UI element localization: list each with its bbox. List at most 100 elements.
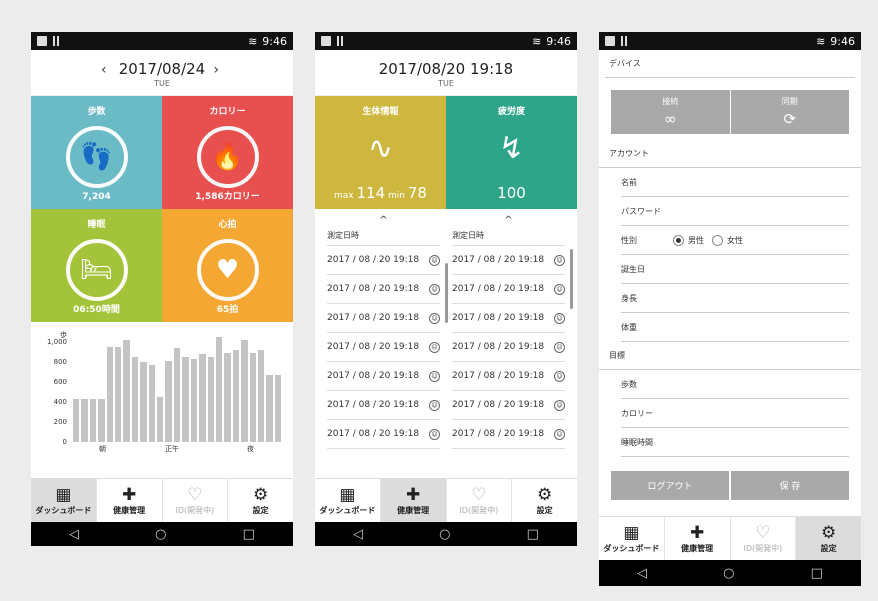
list-item[interactable]: 2017 / 08 / 20 19:18 ☺	[452, 246, 565, 275]
face-icon: ☺	[429, 399, 440, 411]
connect-button[interactable]: 接続 ∞	[611, 90, 730, 134]
status-bar: ≋ 9:46	[31, 32, 293, 50]
home-icon[interactable]: ○	[723, 566, 734, 581]
plus-icon: ✚	[690, 523, 705, 543]
male-radio[interactable]	[673, 234, 684, 246]
current-weekday: TUE	[154, 79, 170, 88]
list-item[interactable]: 2017 / 08 / 20 19:18 ☺	[327, 362, 440, 391]
sleep-tile[interactable]: 睡眠 🛏 06:50時間	[31, 209, 162, 322]
back-icon[interactable]: ◁	[353, 527, 363, 542]
y-tick: 0	[62, 438, 67, 446]
chart-bar	[257, 350, 265, 442]
save-button[interactable]: 保 存	[731, 471, 849, 500]
chart-bar	[73, 399, 80, 442]
list-item[interactable]: 2017 / 08 / 20 19:18 ☹	[452, 333, 565, 362]
tab-id[interactable]: ♡ ID(開発中)	[731, 517, 797, 560]
tile-title: カロリー	[209, 107, 246, 117]
gear-icon: ⚙	[253, 485, 269, 505]
chart-bar	[98, 399, 105, 442]
name-field[interactable]: 名前	[621, 168, 849, 197]
female-radio[interactable]	[712, 234, 723, 246]
collapse-caret[interactable]: ^	[327, 215, 440, 226]
vitals-tile[interactable]: 生体情報 ∿ max 114 min 78	[315, 96, 446, 209]
vitals-values: max 114 min 78	[334, 184, 427, 202]
scrollbar[interactable]	[570, 249, 573, 309]
list-item[interactable]: 2017 / 08 / 20 19:18 ☺	[452, 420, 565, 449]
steps-goal-field[interactable]: 歩数	[621, 370, 849, 399]
home-icon[interactable]: ○	[439, 527, 450, 542]
heart-icon: ♡	[187, 485, 203, 505]
tab-dashboard[interactable]: ▦ ダッシュボード	[315, 479, 381, 522]
face-icon: ☺	[554, 428, 565, 440]
list-item[interactable]: 2017 / 08 / 20 19:18 ☺	[327, 391, 440, 420]
password-field[interactable]: パスワード	[621, 197, 849, 226]
recent-apps-icon[interactable]: □	[243, 527, 255, 542]
tab-settings[interactable]: ⚙ 設定	[512, 479, 577, 522]
device-buttons: 接続 ∞ 同期 ⟳	[611, 90, 849, 134]
back-icon[interactable]: ◁	[69, 527, 79, 542]
fatigue-tile[interactable]: 疲労度 ↯ 100	[446, 96, 577, 209]
list-item[interactable]: 2017 / 08 / 20 19:18 ☺	[327, 246, 440, 275]
list-item[interactable]: 2017 / 08 / 20 19:18 ☺	[327, 275, 440, 304]
face-icon: ☹	[554, 341, 565, 353]
settings-screen: ≋ 9:46 デバイス 接続 ∞ 同期 ⟳ アカウント 名前 パスワード 性別 男性 …	[599, 32, 861, 586]
system-nav-bar: ◁ ○ □	[599, 560, 861, 586]
heart-rate-tile[interactable]: 心拍 ♥ 65拍	[162, 209, 293, 322]
gender-field: 性別 男性 女性	[621, 226, 849, 255]
collapse-caret[interactable]: ^	[452, 215, 565, 226]
tab-health[interactable]: ✚ 健康管理	[665, 517, 731, 560]
column-header: 測定日時	[327, 226, 440, 246]
y-tick: 600	[53, 378, 67, 386]
prev-date-button[interactable]: ‹	[101, 62, 107, 78]
wifi-icon: ≋	[532, 34, 542, 48]
chart-bar	[274, 375, 282, 442]
steps-tile[interactable]: 歩数 👣 7,204	[31, 96, 162, 209]
sleep-goal-field[interactable]: 睡眠時間	[621, 428, 849, 457]
status-time: 9:46	[830, 34, 855, 48]
status-bar: ≋ 9:46	[599, 32, 861, 50]
y-tick: 800	[53, 358, 67, 366]
list-item[interactable]: 2017 / 08 / 20 19:18 ☺	[452, 275, 565, 304]
height-field[interactable]: 身長	[621, 284, 849, 313]
heart-icon: ♡	[471, 485, 487, 505]
list-item[interactable]: 2017 / 08 / 20 19:18 ☺	[452, 391, 565, 420]
status-bar: ≋ 9:46	[315, 32, 577, 50]
tab-health[interactable]: ✚ 健康管理	[97, 479, 163, 522]
history-screen: ≋ 9:46 2017/08/20 19:18 TUE 生体情報 ∿ max 11…	[315, 32, 577, 546]
tab-health[interactable]: ✚ 健康管理	[380, 479, 447, 522]
list-item[interactable]: 2017 / 08 / 20 19:18 ☺	[452, 362, 565, 391]
chart-bar	[215, 336, 223, 442]
sync-button[interactable]: 同期 ⟳	[730, 90, 849, 134]
tab-settings[interactable]: ⚙ 設定	[796, 517, 861, 560]
chart-bar	[190, 358, 198, 442]
usb-icon	[321, 36, 331, 46]
list-item[interactable]: 2017 / 08 / 20 19:18 ☺	[327, 420, 440, 449]
weight-field[interactable]: 体重	[621, 313, 849, 342]
tab-dashboard[interactable]: ▦ ダッシュボード	[599, 517, 665, 560]
home-icon[interactable]: ○	[155, 527, 166, 542]
back-icon[interactable]: ◁	[637, 566, 647, 581]
tired-person-icon: ↯	[498, 131, 525, 166]
storage-icon	[337, 36, 343, 46]
pulse-wave-icon: ∿	[367, 131, 394, 166]
logout-button[interactable]: ログアウト	[611, 471, 729, 500]
recent-apps-icon[interactable]: □	[811, 566, 823, 581]
calorie-goal-field[interactable]: カロリー	[621, 399, 849, 428]
tab-settings[interactable]: ⚙ 設定	[228, 479, 293, 522]
settings-form: デバイス 接続 ∞ 同期 ⟳ アカウント 名前 パスワード 性別 男性 女性 誕生日…	[599, 50, 861, 500]
recent-apps-icon[interactable]: □	[527, 527, 539, 542]
next-date-button[interactable]: ›	[213, 62, 219, 78]
tab-dashboard[interactable]: ▦ ダッシュボード	[31, 479, 97, 522]
tab-id[interactable]: ♡ ID(開発中)	[163, 479, 229, 522]
list-item[interactable]: 2017 / 08 / 20 19:18 ☺	[452, 304, 565, 333]
tab-id[interactable]: ♡ ID(開発中)	[447, 479, 513, 522]
birthday-field[interactable]: 誕生日	[621, 255, 849, 284]
calories-tile[interactable]: カロリー 🔥 1,586カロリー	[162, 96, 293, 209]
y-tick: 400	[53, 398, 67, 406]
system-nav-bar: ◁ ○ □	[315, 522, 577, 546]
footsteps-icon: 👣	[65, 126, 128, 188]
usb-icon	[605, 36, 615, 46]
list-item[interactable]: 2017 / 08 / 20 19:18 ☹	[327, 333, 440, 362]
list-item[interactable]: 2017 / 08 / 20 19:18 ☺	[327, 304, 440, 333]
chart-bar	[241, 340, 248, 442]
